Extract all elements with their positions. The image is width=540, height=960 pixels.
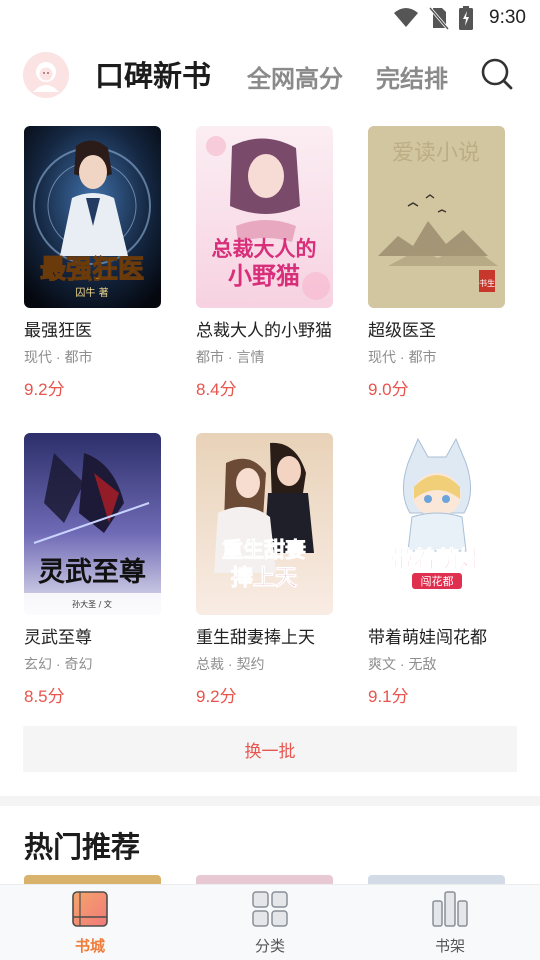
book-score: 9.1分 (368, 687, 409, 706)
svg-text:孙大圣 / 文: 孙大圣 / 文 (72, 599, 112, 609)
no-sim-icon (429, 7, 450, 30)
bookshelf-icon (432, 891, 468, 927)
tab-top-rated[interactable]: 全网高分 (247, 59, 343, 94)
tab-koubei-new-books[interactable]: 口碑新书 (95, 53, 211, 95)
book-tags: 总裁 · 契约 (196, 656, 265, 672)
book-tags: 都市 · 言情 (196, 349, 265, 365)
search-icon (481, 58, 513, 90)
nav-label: 分类 (254, 938, 285, 955)
status-icons: 9:30 (393, 6, 526, 30)
svg-text:囚牛 著: 囚牛 著 (75, 286, 108, 299)
book-tags: 玄幻 · 奇幻 (24, 656, 93, 672)
book-card[interactable]: 重生甜妻 捧上天 重生甜妻捧上天 总裁 · 契约 9.2分 (196, 433, 336, 706)
svg-text:书生: 书生 (479, 278, 495, 288)
header: 口碑新书 全网高分 完结排 (0, 50, 540, 100)
svg-text:爱读小说: 爱读小说 (392, 141, 480, 166)
book-card[interactable]: 爱读小说 书生 超级医圣 现代 · 都市 9.0分 (368, 126, 508, 399)
wifi-icon (394, 8, 419, 27)
svg-text:总裁大人的: 总裁大人的 (212, 237, 317, 261)
nav-category[interactable]: 分类 (220, 885, 320, 960)
book-score: 9.2分 (196, 687, 237, 706)
avatar-face-icon (23, 52, 69, 98)
book-cover[interactable]: 带着萌娃 闯花都 (368, 433, 505, 615)
book-cover[interactable]: 最强狂医 囚牛 著 (24, 126, 161, 308)
refresh-batch-button[interactable]: 换一批 (23, 726, 517, 772)
svg-text:捧上天: 捧上天 (231, 565, 298, 591)
book-score: 8.5分 (24, 687, 65, 706)
book-tags: 现代 · 都市 (24, 349, 93, 365)
section-divider (0, 796, 540, 806)
svg-text:灵武至尊: 灵武至尊 (38, 557, 146, 588)
book-cover[interactable]: 重生甜妻 捧上天 (196, 433, 333, 615)
nav-bookshelf[interactable]: 书架 (400, 885, 500, 960)
bookstore-icon (72, 891, 108, 927)
nav-label: 书架 (434, 938, 465, 955)
svg-text:小野猫: 小野猫 (228, 262, 300, 290)
book-card[interactable]: 灵武至尊 孙大圣 / 文 灵武至尊 玄幻 · 奇幻 8.5分 (24, 433, 164, 706)
status-bar: 9:30 (0, 0, 540, 36)
book-tags: 爽文 · 无敌 (368, 656, 437, 672)
book-title[interactable]: 总裁大人的小野猫 (196, 316, 332, 341)
nav-bookstore[interactable]: 书城 (40, 885, 140, 960)
category-grid-icon (252, 891, 288, 927)
svg-text:重生甜妻: 重生甜妻 (222, 538, 306, 562)
book-cover[interactable]: 总裁大人的 小野猫 (196, 126, 333, 308)
svg-text:闯花都: 闯花都 (421, 574, 454, 588)
book-score: 9.0分 (368, 380, 409, 399)
book-score: 9.2分 (24, 380, 65, 399)
book-title[interactable]: 重生甜妻捧上天 (196, 623, 315, 648)
tab-completed-ranking[interactable]: 完结排 (376, 59, 452, 94)
search-button[interactable] (479, 56, 515, 92)
book-title[interactable]: 最强狂医 (24, 316, 92, 341)
bottom-nav: 书城 分类 书架 (0, 884, 540, 960)
book-card[interactable]: 总裁大人的 小野猫 总裁大人的小野猫 都市 · 言情 8.4分 (196, 126, 336, 399)
book-title[interactable]: 超级医圣 (368, 316, 436, 341)
book-score: 8.4分 (196, 380, 237, 399)
book-card[interactable]: 最强狂医 囚牛 著 最强狂医 现代 · 都市 9.2分 (24, 126, 164, 399)
svg-text:带着萌娃: 带着萌娃 (390, 546, 482, 573)
book-title[interactable]: 灵武至尊 (24, 623, 92, 648)
book-tags: 现代 · 都市 (368, 349, 437, 365)
section-title-hot-recommend: 热门推荐 (24, 832, 141, 864)
status-time: 9:30 (489, 7, 526, 28)
book-title[interactable]: 带着萌娃闯花都 (368, 623, 487, 648)
svg-text:最强狂医: 最强狂医 (40, 255, 144, 285)
book-card[interactable]: 带着萌娃 闯花都 带着萌娃闯花都 爽文 · 无敌 9.1分 (368, 433, 508, 706)
book-cover[interactable]: 爱读小说 书生 (368, 126, 505, 308)
book-cover[interactable]: 灵武至尊 孙大圣 / 文 (24, 433, 161, 615)
nav-label: 书城 (74, 938, 105, 955)
avatar[interactable] (23, 52, 69, 98)
battery-charging-icon (459, 6, 474, 30)
